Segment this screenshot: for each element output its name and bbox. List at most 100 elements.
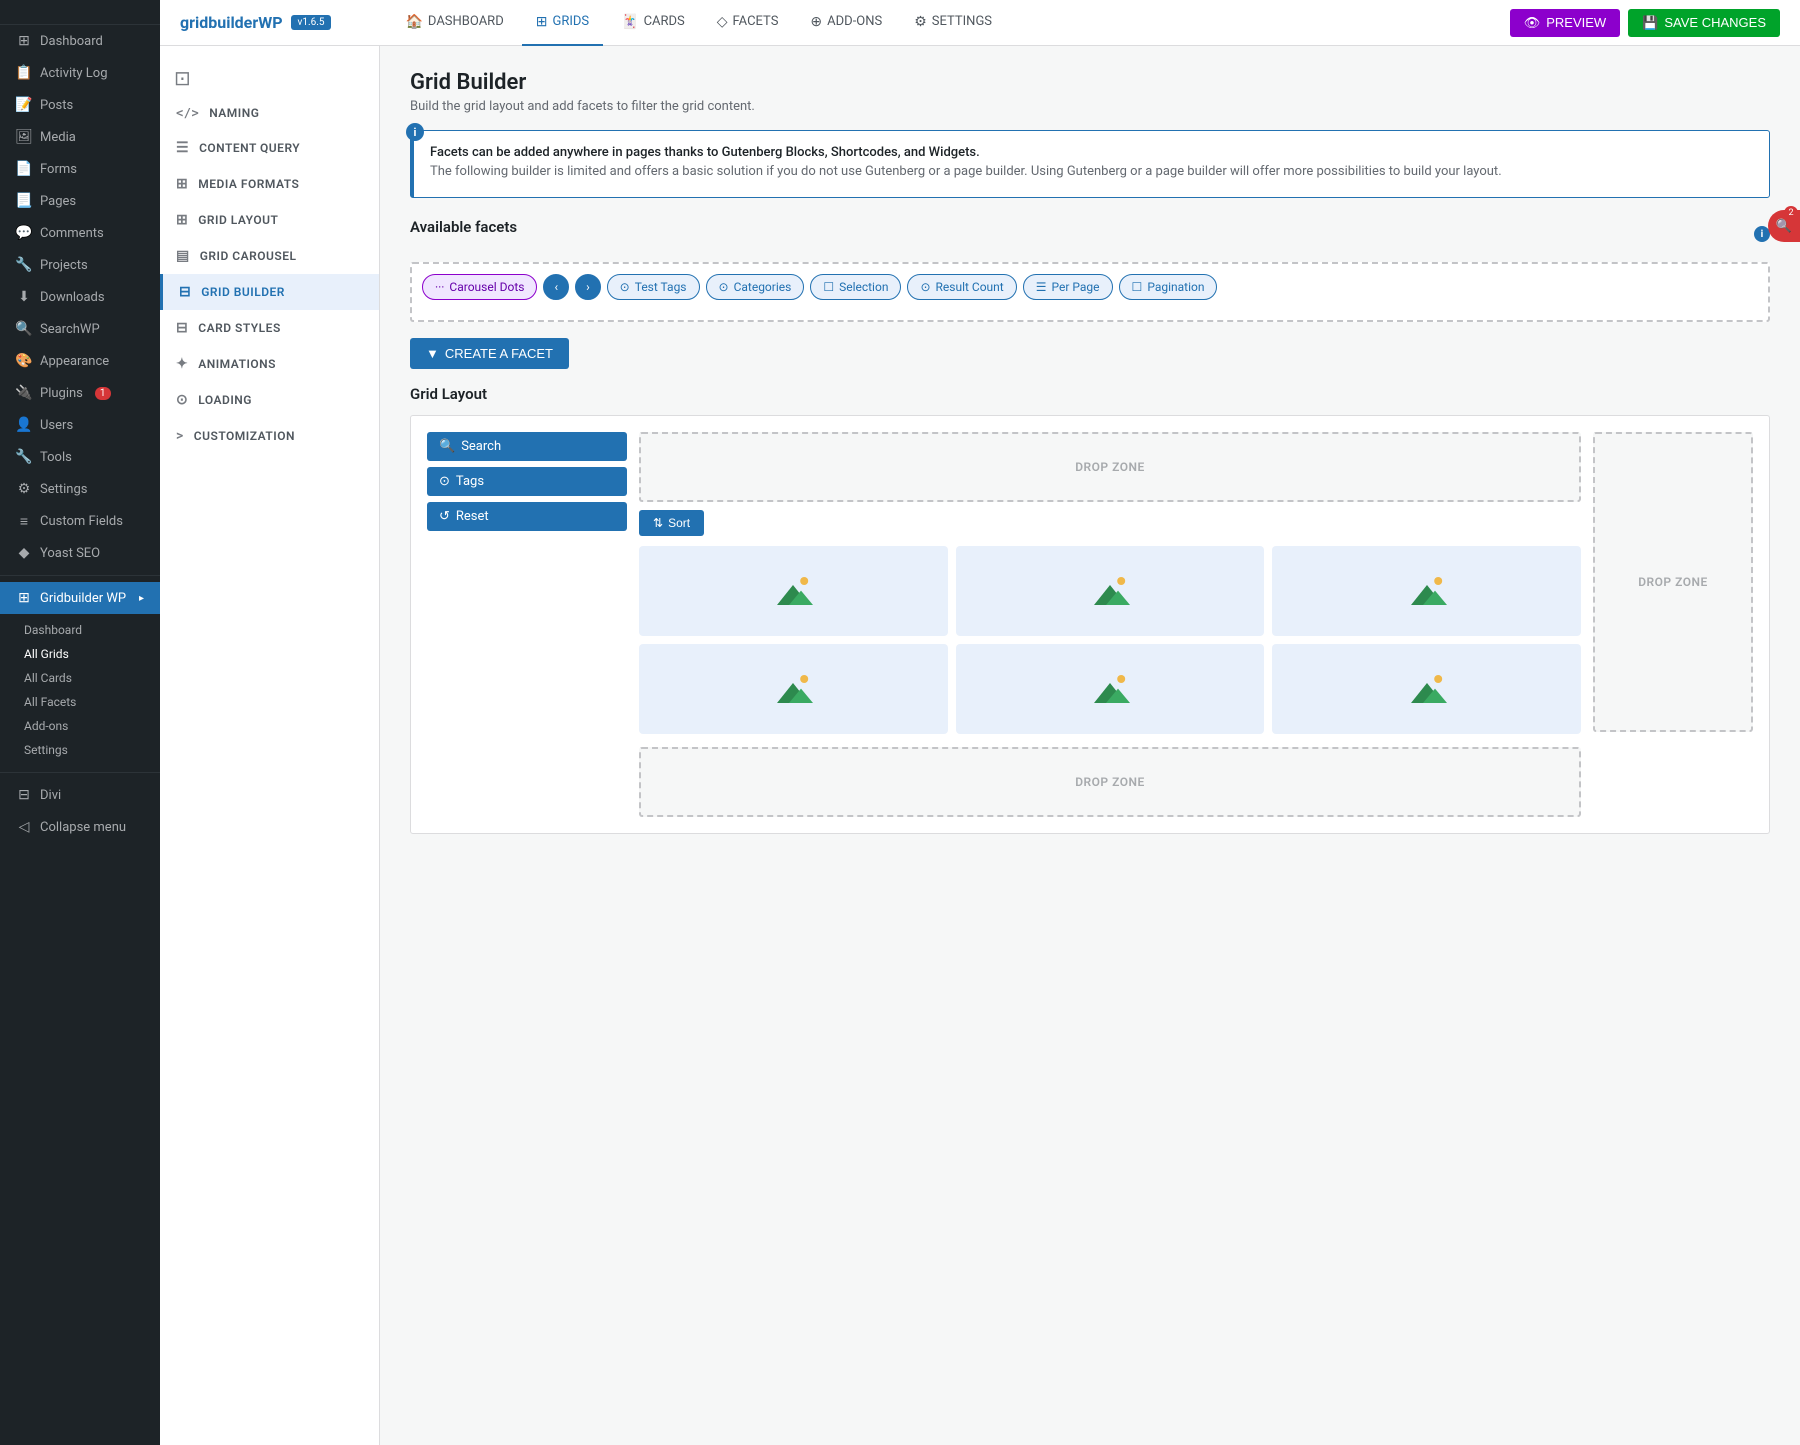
card-styles-icon: ⊟	[176, 320, 188, 336]
create-facet-button[interactable]: ▼ CREATE A FACET	[410, 338, 569, 369]
preview-button[interactable]: 👁 PREVIEW	[1510, 9, 1620, 37]
grid-layout-container: 🔍 Search ⊙ Tags ↺ Reset	[427, 432, 1753, 817]
sidebar-item-plugins[interactable]: 🔌 Plugins 1	[0, 377, 160, 409]
facet-per-page[interactable]: ☰ Per Page	[1023, 274, 1113, 300]
version-badge: v1.6.5	[291, 15, 332, 30]
content-area: ⊡ </> Naming ☰ Content Query ⊞ Media For…	[160, 46, 1800, 1445]
nav-item-addons[interactable]: ⊕ ADD-ONS	[796, 0, 896, 46]
facet-pagination[interactable]: ☐ Pagination	[1119, 274, 1218, 300]
sidebar-sub-addons[interactable]: Add-ons	[0, 714, 160, 738]
grid-layout-icon: ⊞	[176, 212, 188, 228]
sidebar-sub-all-facets[interactable]: All Facets	[0, 690, 160, 714]
panel-item-naming[interactable]: </> Naming	[160, 96, 379, 130]
sidebar-item-comments[interactable]: 💬 Comments	[0, 217, 160, 249]
sidebar-item-appearance[interactable]: 🎨 Appearance	[0, 345, 160, 377]
sidebar-item-custom-fields[interactable]: ≡ Custom Fields	[0, 505, 160, 537]
save-changes-button[interactable]: 💾 SAVE CHANGES	[1628, 9, 1780, 37]
panel-item-grid-carousel[interactable]: ▤ GRID CAROUSEL	[160, 238, 379, 274]
page-header: Grid Builder Build the grid layout and a…	[410, 70, 1770, 114]
test-tags-icon: ⊙	[620, 280, 630, 294]
sidebar-item-gridbuilder[interactable]: ⊞ Gridbuilder WP ▸	[0, 582, 160, 614]
nav-item-facets[interactable]: ◇ FACETS	[703, 0, 793, 46]
card-image-2	[1086, 573, 1134, 609]
notification-count: 2	[1784, 206, 1798, 220]
expand-toggle[interactable]: ⊡	[160, 56, 379, 96]
grid-facet-tags[interactable]: ⊙ Tags	[427, 467, 627, 496]
pagination-icon: ☐	[1132, 280, 1143, 294]
sidebar-sub-gb-dashboard[interactable]: Dashboard	[0, 618, 160, 642]
carousel-dots-icon: ···	[435, 280, 444, 294]
sidebar-item-activity-log[interactable]: 📋 Activity Log	[0, 57, 160, 89]
panel-item-grid-layout[interactable]: ⊞ Grid Layout	[160, 202, 379, 238]
sidebar-item-dashboard[interactable]: ⊞ Dashboard	[0, 25, 160, 57]
card-placeholder-6	[1272, 644, 1581, 734]
drop-zone-bottom[interactable]: DROP ZONE	[639, 747, 1581, 817]
expand-icon: ⊡	[174, 66, 191, 90]
posts-icon: 📝	[16, 97, 32, 113]
facet-test-tags[interactable]: ⊙ Test Tags	[607, 274, 700, 300]
searchwp-notification[interactable]: 🔍 2	[1768, 210, 1800, 242]
grid-layout-wrapper: 🔍 Search ⊙ Tags ↺ Reset	[410, 415, 1770, 834]
sidebar-item-posts[interactable]: 📝 Posts	[0, 89, 160, 121]
nav-item-cards[interactable]: 🃏 CARDS	[607, 0, 699, 46]
result-count-icon: ⊙	[920, 280, 930, 294]
nav-logo: gridbuilderWP v1.6.5	[180, 13, 361, 32]
sort-button[interactable]: ⇅ Sort	[639, 510, 704, 536]
info-box-icon: i	[406, 123, 424, 141]
pages-icon: 📃	[16, 193, 32, 209]
sort-icon: ⇅	[653, 516, 663, 530]
sidebar-item-projects[interactable]: 🔧 Projects	[0, 249, 160, 281]
facets-drop-area[interactable]: ··· Carousel Dots ‹ ›	[410, 262, 1770, 322]
sidebar-item-settings[interactable]: ⚙ Settings	[0, 473, 160, 505]
sidebar-item-searchwp[interactable]: 🔍 SearchWP	[0, 313, 160, 345]
reset-facet-icon: ↺	[439, 509, 450, 524]
appearance-icon: 🎨	[16, 353, 32, 369]
available-facets-section: Available facets i ··· Carousel Dots	[410, 218, 1770, 369]
sidebar-sub-all-cards[interactable]: All Cards	[0, 666, 160, 690]
nav-item-grids[interactable]: ⊞ GRIDS	[522, 0, 603, 46]
sidebar-item-forms[interactable]: 📄 Forms	[0, 153, 160, 185]
panel-item-content-query[interactable]: ☰ Content Query	[160, 130, 379, 166]
card-placeholder-4	[639, 644, 948, 734]
downloads-icon: ⬇	[16, 289, 32, 305]
sidebar-item-divi[interactable]: ⊟ Divi	[0, 779, 160, 811]
collapse-icon: ◁	[16, 819, 32, 835]
tools-icon: 🔧	[16, 449, 32, 465]
sidebar-item-tools[interactable]: 🔧 Tools	[0, 441, 160, 473]
sidebar-item-yoast[interactable]: ◆ Yoast SEO	[0, 537, 160, 569]
facet-result-count[interactable]: ⊙ Result Count	[907, 274, 1016, 300]
media-formats-icon: ⊞	[176, 176, 188, 192]
nav-actions: 👁 PREVIEW 💾 SAVE CHANGES	[1510, 9, 1780, 37]
grid-facet-reset[interactable]: ↺ Reset	[427, 502, 627, 531]
sidebar-item-pages[interactable]: 📃 Pages	[0, 185, 160, 217]
facet-selection[interactable]: ☐ Selection	[810, 274, 901, 300]
sidebar-item-media[interactable]: 🖼 Media	[0, 121, 160, 153]
panel-item-media-formats[interactable]: ⊞ Media Formats	[160, 166, 379, 202]
panel-item-card-styles[interactable]: ⊟ CARD STYLES	[160, 310, 379, 346]
panel-item-loading[interactable]: ⊙ Loading	[160, 382, 379, 418]
panel-item-customization[interactable]: > Customization	[160, 418, 379, 454]
sidebar-sub-all-grids[interactable]: All Grids	[0, 642, 160, 666]
categories-icon: ⊙	[719, 280, 729, 294]
drop-zone-right[interactable]: DROP ZONE	[1593, 432, 1753, 732]
drop-zone-top[interactable]: DROP ZONE	[639, 432, 1581, 502]
grid-layout-title: Grid Layout	[410, 385, 487, 403]
nav-addons-icon: ⊕	[810, 14, 822, 30]
panel-item-animations[interactable]: ✦ Animations	[160, 346, 379, 382]
sidebar-item-users[interactable]: 👤 Users	[0, 409, 160, 441]
nav-item-dashboard[interactable]: 🏠 DASHBOARD	[391, 0, 517, 46]
card-image-3	[1403, 573, 1451, 609]
grid-facet-search[interactable]: 🔍 Search	[427, 432, 627, 461]
nav-item-settings[interactable]: ⚙ SETTINGS	[900, 0, 1006, 46]
sidebar-item-downloads[interactable]: ⬇ Downloads	[0, 281, 160, 313]
app-container: ⊞ Dashboard 📋 Activity Log 📝 Posts 🖼 Med…	[0, 0, 1800, 1445]
sidebar-item-collapse[interactable]: ◁ Collapse menu	[0, 811, 160, 843]
per-page-icon: ☰	[1036, 280, 1047, 294]
card-image-1	[769, 573, 817, 609]
panel-item-grid-builder[interactable]: ⊟ GRID BUILDER	[160, 274, 379, 310]
facet-next[interactable]: ›	[575, 274, 601, 300]
facet-carousel-dots[interactable]: ··· Carousel Dots	[422, 274, 537, 300]
facet-prev[interactable]: ‹	[543, 274, 569, 300]
sidebar-sub-settings[interactable]: Settings	[0, 738, 160, 762]
facet-categories[interactable]: ⊙ Categories	[706, 274, 805, 300]
